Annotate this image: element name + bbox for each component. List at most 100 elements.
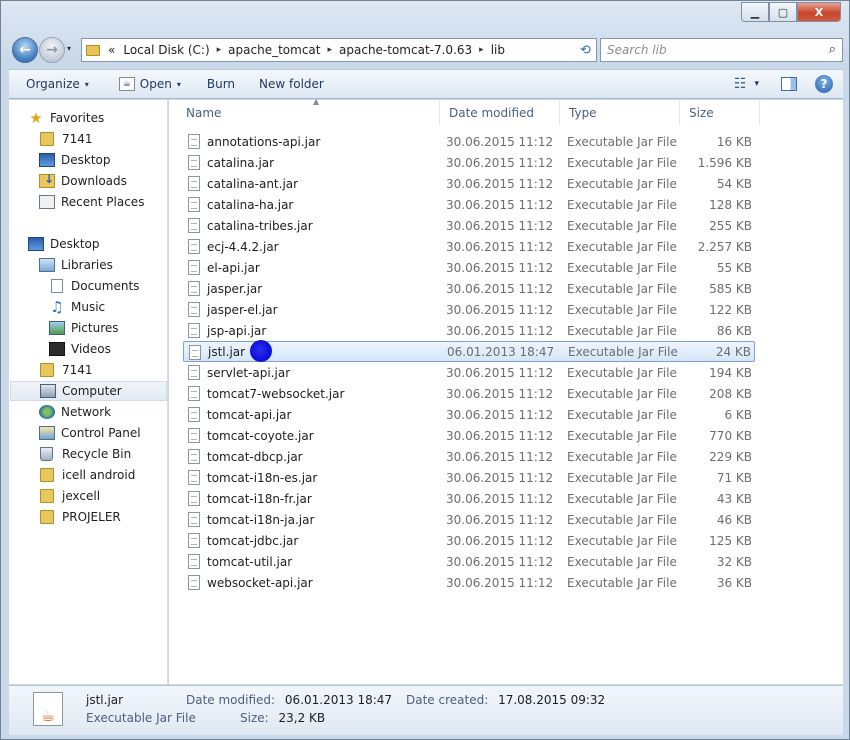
- file-row[interactable]: ecj-4.4.2.jar 30.06.2015 11:12 Executable …: [183, 236, 755, 257]
- sidebar-item-videos[interactable]: Videos: [49, 339, 111, 359]
- file-row[interactable]: jstl.jar 06.01.2013 18:47 Executable Jar F…: [183, 340, 755, 362]
- file-row[interactable]: catalina-tribes.jar 30.06.2015 11:12 Execu…: [183, 215, 755, 236]
- file-size: 255 KB: [709, 218, 752, 233]
- change-view-icon[interactable]: ☷: [734, 76, 747, 92]
- sidebar-item-network[interactable]: Network: [39, 402, 111, 422]
- sidebar-item-music[interactable]: ♫ Music: [49, 297, 105, 317]
- chevron-down-icon: ▾: [84, 79, 89, 89]
- file-size: 194 KB: [709, 365, 752, 380]
- file-row[interactable]: catalina-ant.jar 30.06.2015 11:12 Executab…: [183, 173, 755, 194]
- file-row[interactable]: catalina-ha.jar 30.06.2015 11:12 Executabl…: [183, 194, 755, 215]
- address-overflow-icon[interactable]: «: [108, 43, 115, 57]
- maximize-button[interactable]: ▢: [769, 2, 797, 22]
- sidebar-item-jexcell[interactable]: jexcell: [40, 486, 100, 506]
- sidebar-item-desktop-fav[interactable]: Desktop: [39, 150, 111, 170]
- column-header-name[interactable]: Name ▲: [177, 97, 440, 125]
- file-date-modified: 30.06.2015 11:12: [446, 470, 554, 485]
- file-type: Executable Jar File: [567, 323, 677, 338]
- file-size: 43 KB: [716, 491, 752, 506]
- back-button[interactable]: ←: [12, 37, 38, 63]
- file-name: servlet-api.jar: [207, 365, 291, 380]
- file-row[interactable]: catalina.jar 30.06.2015 11:12 Executable J…: [183, 152, 755, 173]
- breadcrumb-separator-icon[interactable]: ▸: [479, 45, 484, 55]
- forward-button[interactable]: →: [39, 37, 65, 63]
- caption-buttons: ▁ ▢ X: [741, 2, 841, 22]
- sidebar-item-label: 7141: [62, 363, 93, 377]
- sidebar-item-label: PROJELER: [62, 510, 121, 524]
- minimize-button[interactable]: ▁: [741, 2, 769, 22]
- file-name: websocket-api.jar: [207, 575, 313, 590]
- file-size: 71 KB: [716, 470, 752, 485]
- file-name: ecj-4.4.2.jar: [207, 239, 279, 254]
- sidebar-item-control-panel[interactable]: Control Panel: [39, 423, 141, 443]
- file-row[interactable]: tomcat-util.jar 30.06.2015 11:12 Executabl…: [183, 551, 755, 572]
- sidebar-item-documents[interactable]: Documents: [51, 276, 139, 296]
- sidebar-item-pictures[interactable]: Pictures: [49, 318, 119, 338]
- organize-button[interactable]: Organize ▾: [9, 70, 99, 98]
- breadcrumb-lib[interactable]: lib: [491, 43, 505, 57]
- sidebar-item-recent-places[interactable]: Recent Places: [39, 192, 144, 212]
- file-date-modified: 30.06.2015 11:12: [446, 449, 554, 464]
- details-modified-value: 06.01.2013 18:47: [284, 693, 393, 707]
- sidebar-item-favorites[interactable]: ★ Favorites: [28, 108, 104, 128]
- sidebar-item-desktop[interactable]: Desktop: [28, 234, 100, 254]
- file-row[interactable]: el-api.jar 30.06.2015 11:12 Executable Jar…: [183, 257, 755, 278]
- jar-file-icon: [188, 155, 200, 170]
- jar-file-icon: [188, 260, 200, 275]
- file-row[interactable]: websocket-api.jar 30.06.2015 11:12 Executa…: [183, 572, 755, 593]
- refresh-button[interactable]: ⟲: [575, 38, 597, 62]
- file-row[interactable]: tomcat-coyote.jar 30.06.2015 11:12 Executa…: [183, 425, 755, 446]
- sidebar-item-7141-desktop[interactable]: 7141: [40, 360, 93, 380]
- file-row[interactable]: tomcat-dbcp.jar 30.06.2015 11:12 Executabl…: [183, 446, 755, 467]
- recent-places-icon: [39, 195, 55, 209]
- jar-file-icon: [188, 428, 200, 443]
- sidebar-item-7141[interactable]: 7141: [40, 129, 93, 149]
- file-row[interactable]: tomcat-i18n-es.jar 30.06.2015 11:12 Execut…: [183, 467, 755, 488]
- close-button[interactable]: X: [797, 2, 841, 22]
- file-row[interactable]: tomcat7-websocket.jar 30.06.2015 11:12 Exe…: [183, 383, 755, 404]
- file-name: tomcat-dbcp.jar: [207, 449, 303, 464]
- sidebar-item-computer[interactable]: Computer: [10, 381, 167, 401]
- file-row[interactable]: jsp-api.jar 30.06.2015 11:12 Executable Ja…: [183, 320, 755, 341]
- file-row[interactable]: annotations-api.jar 30.06.2015 11:12 Execu…: [183, 131, 755, 152]
- folder-icon: [40, 363, 54, 377]
- column-header-type[interactable]: Type: [560, 100, 680, 125]
- breadcrumb-separator-icon[interactable]: ▸: [217, 45, 222, 55]
- jar-file-icon: [188, 197, 200, 212]
- sidebar-item-icell-android[interactable]: icell android: [40, 465, 135, 485]
- breadcrumb-local-disk[interactable]: Local Disk (C:): [123, 43, 209, 57]
- sidebar-item-recycle-bin[interactable]: Recycle Bin: [40, 444, 131, 464]
- file-row[interactable]: jasper.jar 30.06.2015 11:12 Executable Jar…: [183, 278, 755, 299]
- new-folder-button[interactable]: New folder: [245, 70, 334, 98]
- column-header-date[interactable]: Date modified: [440, 100, 560, 125]
- file-row[interactable]: tomcat-jdbc.jar 30.06.2015 11:12 Executabl…: [183, 530, 755, 551]
- sidebar-item-downloads[interactable]: Downloads: [39, 171, 127, 191]
- address-bar[interactable]: « Local Disk (C:) ▸ apache_tomcat ▸ apac…: [81, 38, 597, 62]
- burn-button[interactable]: Burn: [191, 70, 245, 98]
- new-folder-label: New folder: [259, 77, 324, 91]
- sidebar-item-label: Downloads: [61, 174, 127, 188]
- sidebar-item-label: Recent Places: [61, 195, 145, 209]
- details-size: Size: 23,2 KB: [240, 711, 325, 725]
- chevron-down-icon[interactable]: ▾: [754, 79, 759, 89]
- recent-pages-dropdown[interactable]: ▾: [67, 44, 71, 53]
- column-header-size[interactable]: Size: [680, 100, 760, 125]
- breadcrumb-apache-tomcat[interactable]: apache_tomcat: [228, 43, 320, 57]
- details-file-type: Executable Jar File: [86, 711, 202, 725]
- breadcrumb-apache-tomcat-version[interactable]: apache-tomcat-7.0.63: [339, 43, 472, 57]
- search-icon[interactable]: ⌕: [829, 42, 836, 57]
- search-input[interactable]: Search lib ⌕: [600, 38, 843, 62]
- file-date-modified: 30.06.2015 11:12: [446, 365, 554, 380]
- file-row[interactable]: tomcat-i18n-ja.jar 30.06.2015 11:12 Execut…: [183, 509, 755, 530]
- file-row[interactable]: jasper-el.jar 30.06.2015 11:12 Executable …: [183, 299, 755, 320]
- folder-icon: [40, 468, 54, 482]
- preview-pane-icon[interactable]: [781, 77, 797, 91]
- file-row[interactable]: tomcat-api.jar 30.06.2015 11:12 Executable…: [183, 404, 755, 425]
- breadcrumb-separator-icon[interactable]: ▸: [327, 45, 332, 55]
- open-button[interactable]: ☕ Open ▾: [99, 70, 191, 98]
- sidebar-item-projeler[interactable]: PROJELER: [40, 507, 121, 527]
- file-row[interactable]: servlet-api.jar 30.06.2015 11:12 Executabl…: [183, 362, 755, 383]
- sidebar-item-libraries[interactable]: Libraries: [39, 255, 113, 275]
- help-icon[interactable]: ?: [815, 75, 833, 93]
- file-row[interactable]: tomcat-i18n-fr.jar 30.06.2015 11:12 Execut…: [183, 488, 755, 509]
